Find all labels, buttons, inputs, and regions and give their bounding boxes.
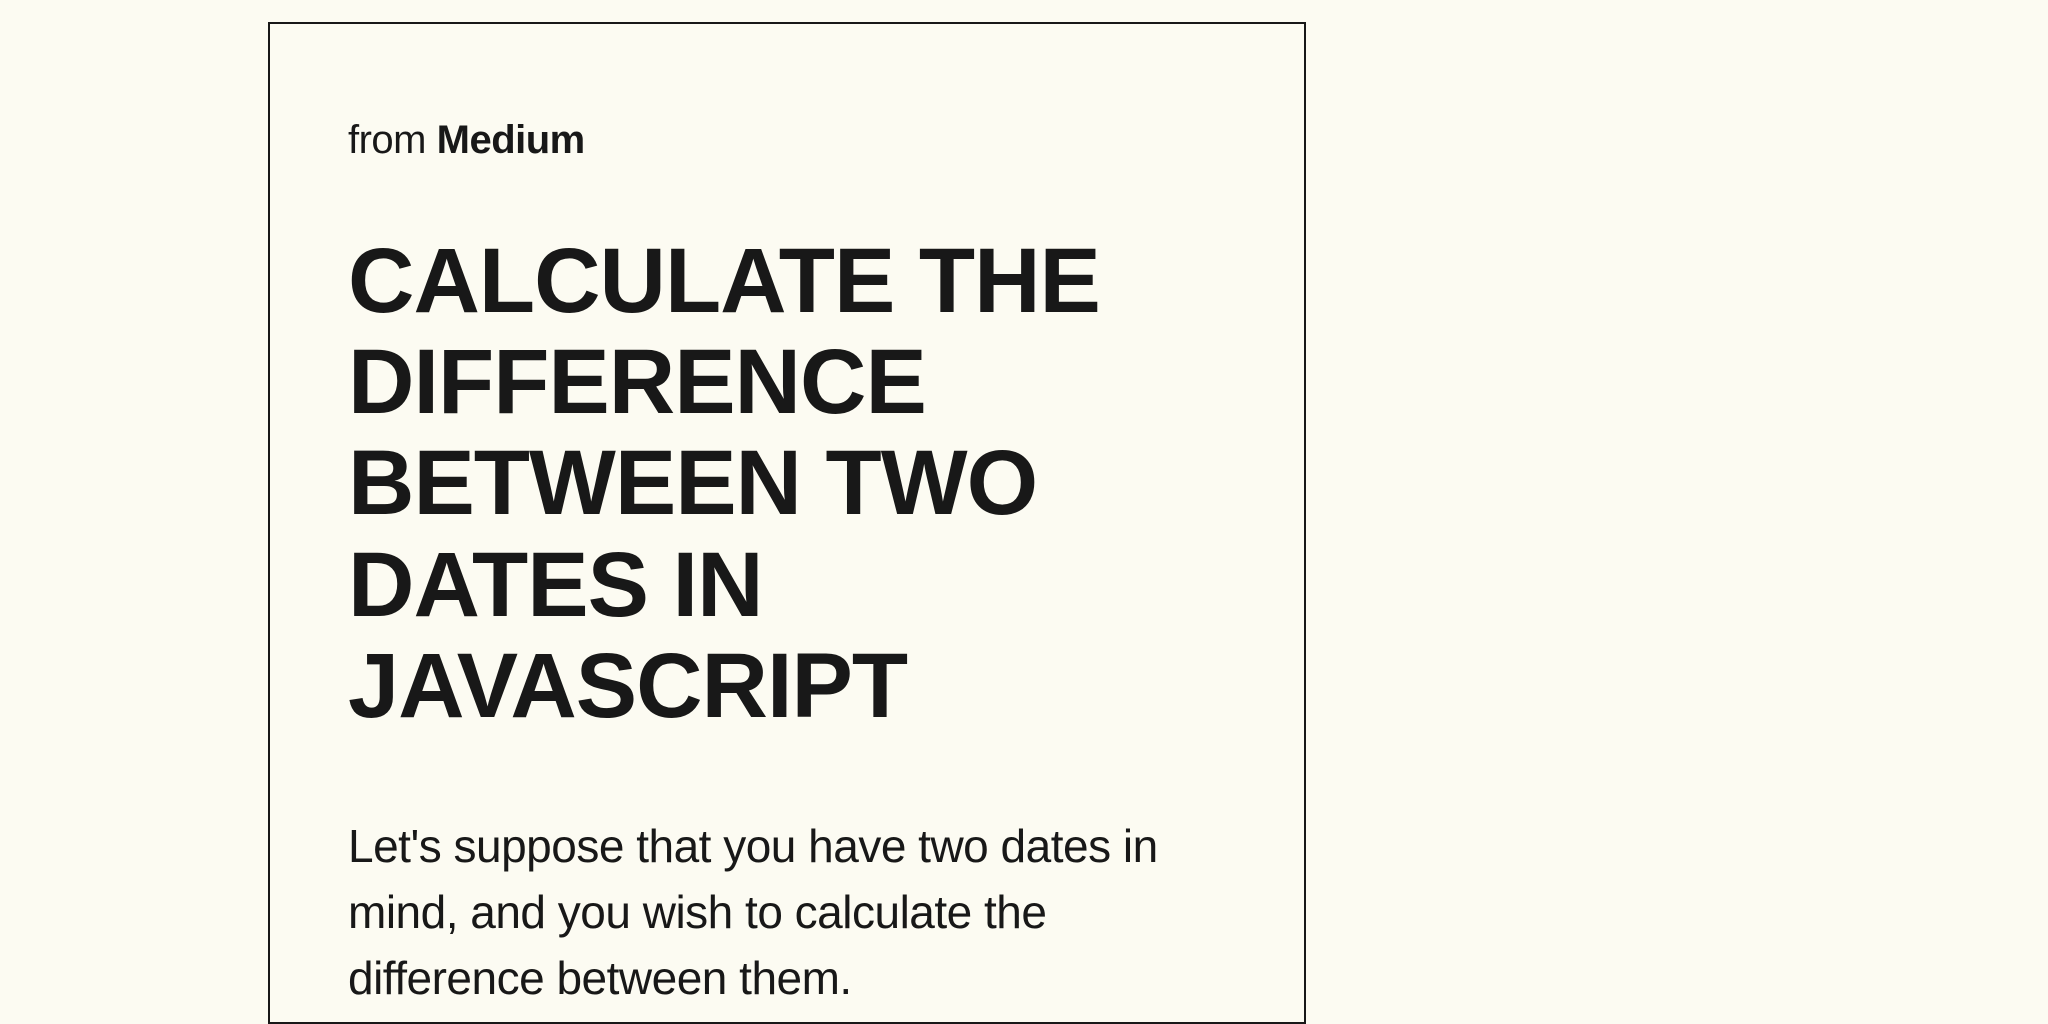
article-title: CALCULATE THE DIFFERENCE BETWEEN TWO DAT…: [348, 231, 1226, 737]
source-prefix: from: [348, 118, 437, 162]
source-name: Medium: [437, 118, 585, 162]
article-body: Let's suppose that you have two dates in…: [348, 813, 1226, 1012]
article-card: from Medium CALCULATE THE DIFFERENCE BET…: [268, 22, 1306, 1024]
source-line: from Medium: [348, 118, 1226, 163]
